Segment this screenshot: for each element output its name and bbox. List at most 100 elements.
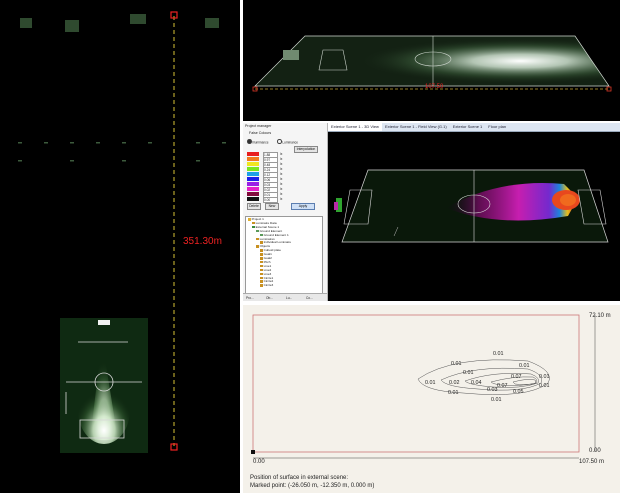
- tree-node-icon: [260, 272, 263, 276]
- panel-bottom-tab[interactable]: Lu...: [286, 296, 292, 300]
- caption-line1: Position of surface in external scene:: [250, 475, 349, 481]
- view-tab[interactable]: Floor plan: [485, 123, 509, 131]
- color-swatch[interactable]: [247, 182, 259, 186]
- distance-label: 351.30m: [183, 236, 222, 247]
- tree-node-icon: [252, 221, 255, 225]
- color-swatch[interactable]: [247, 157, 259, 161]
- tree-node-icon: [260, 260, 263, 264]
- top-light-blocks: [20, 14, 219, 32]
- color-swatch[interactable]: [247, 162, 259, 166]
- iso-label: 0.01: [519, 363, 530, 369]
- x-right-label: 107.50 m: [579, 459, 605, 465]
- apply-button[interactable]: Apply: [291, 203, 315, 210]
- y-bottom-label: 0.00: [589, 448, 601, 454]
- tree-node-icon: [256, 229, 259, 233]
- tree-node-icon: [260, 253, 263, 256]
- software-window: Project manager False Colours Illuminanc…: [243, 123, 620, 301]
- color-unit: lx: [280, 166, 283, 171]
- radio-luminance[interactable]: Luminance: [277, 139, 298, 145]
- project-tree: Project 1 Luminaire Data External Scene 1G…: [245, 216, 323, 296]
- radio-icon: [247, 139, 252, 144]
- view-tabs: Exterior Scene 1 - 3D View Exterior Scene…: [328, 123, 620, 132]
- view-tab[interactable]: Exterior Scene 1 - Field View (G.1): [382, 123, 450, 131]
- x-left-label: 0.00: [253, 459, 265, 465]
- tree-node-icon: [260, 257, 263, 260]
- tree-node-label: Circle3: [263, 283, 274, 288]
- iso-label: 0.01: [539, 374, 550, 380]
- color-swatch[interactable]: [247, 167, 259, 171]
- panel-bottom-tabs: Pro... Ob... Lu... Co...: [243, 293, 327, 301]
- iso-label: 0.01: [493, 351, 504, 357]
- color-swatch[interactable]: [247, 152, 259, 156]
- color-scale-row[interactable]: 0.06 lx: [247, 176, 307, 183]
- color-unit: lx: [280, 156, 283, 161]
- field-minimap: [60, 318, 148, 453]
- false-colour-3d-view[interactable]: [328, 132, 620, 301]
- color-unit: lx: [280, 151, 283, 156]
- color-scale-row[interactable]: 0.02 lx: [247, 186, 307, 193]
- tree-node-icon: [248, 218, 251, 221]
- marked-point: [251, 450, 255, 454]
- color-scale-row[interactable]: 0.00 lx: [247, 196, 307, 203]
- color-unit: lx: [280, 161, 283, 166]
- new-button[interactable]: New: [265, 203, 279, 210]
- color-scale-row[interactable]: 0.12 lx: [247, 171, 307, 178]
- tree-node-icon: [260, 268, 263, 272]
- view-tab[interactable]: Exterior Scene 1: [450, 123, 486, 131]
- color-unit: lx: [280, 171, 283, 176]
- color-swatch[interactable]: [247, 197, 259, 201]
- false-colours-title: False Colours: [249, 131, 272, 135]
- iso-label: 0.01: [491, 397, 502, 403]
- color-unit: lx: [280, 191, 283, 196]
- iso-label: 0.01: [451, 361, 462, 367]
- color-swatch[interactable]: [247, 177, 259, 181]
- color-unit: lx: [280, 196, 283, 201]
- color-scale-row[interactable]: 0.01 lx: [247, 191, 307, 198]
- tree-node-icon: [260, 276, 263, 280]
- color-scale-row[interactable]: 1.88 lx: [247, 151, 307, 158]
- view-tab[interactable]: Exterior Scene 1 - 3D View: [328, 123, 382, 131]
- color-swatch[interactable]: [247, 192, 259, 196]
- tree-node[interactable]: Circle3: [260, 284, 273, 288]
- color-unit: lx: [280, 176, 283, 181]
- iso-label: 0.07: [511, 374, 522, 380]
- color-scale-row[interactable]: 0.97 lx: [247, 156, 307, 163]
- iso-label: 0.02: [449, 380, 460, 386]
- perspective-view-top: 107.50: [243, 0, 620, 121]
- color-unit: lx: [280, 181, 283, 186]
- tree-node-icon: [260, 284, 263, 287]
- radio-icon: [277, 139, 282, 144]
- iso-label: 0.04: [471, 380, 482, 386]
- color-scale-row[interactable]: 0.48 lx: [247, 161, 307, 168]
- iso-label: 0.07: [497, 383, 508, 389]
- false-colour-pitch: [334, 169, 609, 243]
- color-swatch[interactable]: [247, 187, 259, 191]
- y-top-label: 72.10 m: [589, 313, 611, 319]
- dot-rows: [18, 142, 226, 162]
- tree-node-icon: [260, 264, 263, 268]
- iso-label: 0.05: [513, 389, 524, 395]
- delete-button[interactable]: Delete: [247, 203, 261, 210]
- color-unit: lx: [280, 186, 283, 191]
- iso-label: 0.01: [425, 380, 436, 386]
- iso-label: 0.03: [487, 387, 498, 393]
- color-value-field[interactable]: 0.00: [263, 196, 278, 203]
- iso-label: 0.01: [539, 383, 550, 389]
- panel-bottom-tab[interactable]: Pro...: [246, 296, 254, 300]
- isolines: [417, 359, 550, 395]
- radio-illuminance[interactable]: Illuminance: [247, 139, 269, 145]
- panel-bottom-tab[interactable]: Co...: [306, 296, 313, 300]
- color-scale-row[interactable]: 0.24 lx: [247, 166, 307, 173]
- color-swatch[interactable]: [247, 172, 259, 176]
- isolux-plot: 0.01 0.01 0.01 0.01 0.01 0.02 0.04 0.07 …: [251, 314, 596, 459]
- radio-luminance-label: Luminance: [282, 140, 298, 145]
- tree-node-icon: [256, 245, 259, 248]
- left-plan-view: 351.30m: [0, 0, 240, 493]
- pitch-perspective-drawing: [252, 35, 612, 92]
- color-scale-row[interactable]: 0.03 lx: [247, 181, 307, 188]
- tree-node-icon: [260, 280, 263, 283]
- panel-bottom-tab[interactable]: Ob...: [266, 296, 273, 300]
- isolux-plot-panel: 0.01 0.01 0.01 0.01 0.01 0.02 0.04 0.07 …: [243, 305, 620, 493]
- tree-node-icon: [256, 237, 259, 241]
- tree-node-icon: [260, 249, 263, 252]
